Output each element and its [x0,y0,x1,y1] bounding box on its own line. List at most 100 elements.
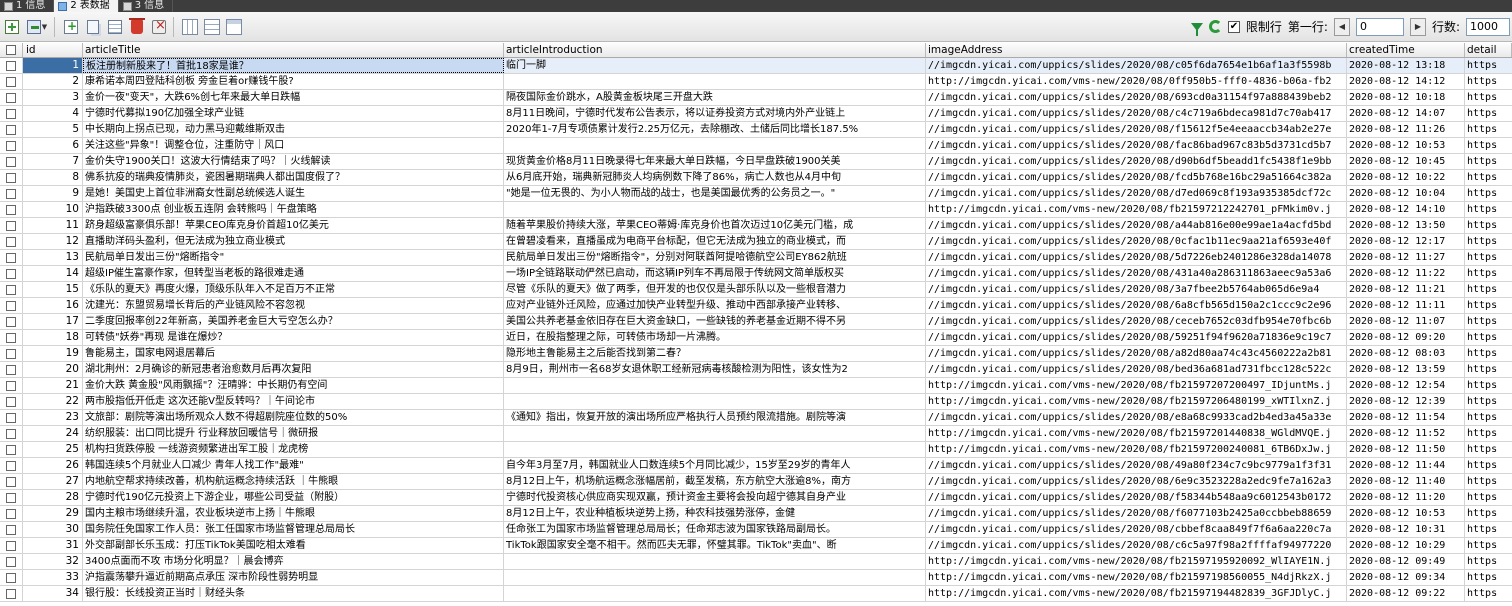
cell-detail[interactable]: https [1465,426,1512,441]
cell-image-address[interactable]: http://imgcdn.yicai.com/vms-new/2020/08/… [926,74,1347,89]
row-checkbox[interactable] [0,330,23,345]
cell-article-introduction[interactable]: 隔夜国际金价跳水，A股黄金板块尾三开盘大跌 [504,90,926,105]
cell-id[interactable]: 24 [23,426,83,441]
cell-id[interactable]: 22 [23,394,83,409]
cell-id[interactable]: 9 [23,186,83,201]
cell-article-introduction[interactable]: 8月12日上午，农业种植板块逆势上扬，种农科技强势涨停，金健 [504,506,926,521]
table-row[interactable]: 27 内地航空帮求持续改善，机构航运概念持续活跃 ｜牛熊眼 8月12日上午，机场航运… [0,474,1512,490]
table-row[interactable]: 22 两市股指低开低走 这次还能V型反转吗？｜午间论市 http://imgcdn.… [0,394,1512,410]
table-row[interactable]: 19 鲁能易主，国家电网退居幕后 隐形地主鲁能易主之后能否找到第二春？//imgcd… [0,346,1512,362]
cell-detail[interactable]: https [1465,154,1512,169]
cell-article-title[interactable]: 外交部副部长乐玉成：打压TikTok美国吃相太难看 [83,538,504,553]
cell-image-address[interactable]: //imgcdn.yicai.com/uppics/slides/2020/08… [926,250,1347,265]
row-checkbox[interactable] [0,202,23,217]
cell-article-introduction[interactable]: 在曾碧凌看来，直播虽成为电商平台标配，但它无法成为独立的商业模式，而 [504,234,926,249]
cell-image-address[interactable]: http://imgcdn.yicai.com/vms-new/2020/08/… [926,586,1347,601]
cell-article-title[interactable]: 《乐队的夏天》再度火爆，顶级乐队年入不足百万不正常 [83,282,504,297]
cell-article-title[interactable]: 银行股：长线投资正当时｜财经头条 [83,586,504,601]
cell-article-introduction[interactable]: 民航局单日发出三份"熔断指令"，分别对阿联酋阿提哈德航空公司EY862航班 [504,250,926,265]
cell-created-time[interactable]: 2020-08-12 11:40 [1347,474,1465,489]
cell-id[interactable]: 10 [23,202,83,217]
tab-table-data[interactable]: 2 表数据 [54,0,119,12]
cell-article-introduction[interactable] [504,202,926,217]
cell-detail[interactable]: https [1465,410,1512,425]
cell-image-address[interactable]: //imgcdn.yicai.com/uppics/slides/2020/08… [926,266,1347,281]
table-row[interactable]: 33 沪指震荡攀升逼近前期高点承压 深市阶段性弱势明显 http://imgcdn.… [0,570,1512,586]
cell-detail[interactable]: https [1465,106,1512,121]
cell-created-time[interactable]: 2020-08-12 11:54 [1347,410,1465,425]
cell-article-title[interactable]: 佛系抗疫的瑞典疫情肺炎，瓷困暑期瑞典人都出国度假了？ [83,170,504,185]
cell-created-time[interactable]: 2020-08-12 11:27 [1347,250,1465,265]
cell-detail[interactable]: https [1465,90,1512,105]
cell-id[interactable]: 1 [23,58,83,73]
column-header-article-introduction[interactable]: articleIntroduction [504,43,926,57]
row-checkbox[interactable] [0,266,23,281]
table-row[interactable]: 13 民航局单日发出三份"熔断指令" 民航局单日发出三份"熔断指令"，分别对阿联酋阿… [0,250,1512,266]
row-checkbox[interactable] [0,74,23,89]
cell-created-time[interactable]: 2020-08-12 11:44 [1347,458,1465,473]
cell-id[interactable]: 8 [23,170,83,185]
cell-id[interactable]: 15 [23,282,83,297]
cell-article-introduction[interactable]: "她是一位无畏的、为小人物而战的战士，也是美国最优秀的公务员之一。" [504,186,926,201]
cell-detail[interactable]: https [1465,474,1512,489]
cell-detail[interactable]: https [1465,330,1512,345]
table-row[interactable]: 11 跻身超级富豪俱乐部！苹果CEO库克身价首超10亿美元 随着苹果股价持续大涨，苹… [0,218,1512,234]
cell-article-title[interactable]: 内地航空帮求持续改善，机构航运概念持续活跃 ｜牛熊眼 [83,474,504,489]
cell-created-time[interactable]: 2020-08-12 09:49 [1347,554,1465,569]
table-row[interactable]: 8 佛系抗疫的瑞典疫情肺炎，瓷困暑期瑞典人都出国度假了？ 从6月底开始，瑞典新冠肺炎… [0,170,1512,186]
table-row[interactable]: 2 康希诺本周四登陆科创板 旁金巨着or赚钱午股? http://imgcdn.yi… [0,74,1512,90]
row-checkbox[interactable] [0,570,23,585]
cell-image-address[interactable]: http://imgcdn.yicai.com/vms-new/2020/08/… [926,378,1347,393]
cell-detail[interactable]: https [1465,282,1512,297]
cell-article-title[interactable]: 是她！美国史上首位非洲裔女性副总统候选人诞生 [83,186,504,201]
filter-icon[interactable] [1190,22,1203,36]
copy-record-button[interactable] [83,17,103,37]
row-checkbox[interactable] [0,506,23,521]
cell-detail[interactable]: https [1465,458,1512,473]
cell-detail[interactable]: https [1465,234,1512,249]
cell-image-address[interactable]: //imgcdn.yicai.com/uppics/slides/2020/08… [926,458,1347,473]
cell-article-introduction[interactable] [504,570,926,585]
first-row-input[interactable]: 0 [1355,17,1404,36]
table-row[interactable]: 18 可转债"妖券"再现 是谁在爆炒？ 近日，在股指整理之际，可转债市场却一片沸腾。… [0,330,1512,346]
cell-detail[interactable]: https [1465,554,1512,569]
cell-created-time[interactable]: 2020-08-12 12:17 [1347,234,1465,249]
cell-article-introduction[interactable]: 从6月底开始，瑞典新冠肺炎人均病例数下降了86%，病亡人数也从4月中旬 [504,170,926,185]
table-row[interactable]: 23 文旅部：剧院等演出场所观众人数不得超剧院座位数的50% 《通知》指出，恢复开放… [0,410,1512,426]
cell-detail[interactable]: https [1465,394,1512,409]
cell-id[interactable]: 23 [23,410,83,425]
row-checkbox[interactable] [0,442,23,457]
cell-id[interactable]: 34 [23,586,83,601]
cell-image-address[interactable]: //imgcdn.yicai.com/uppics/slides/2020/08… [926,362,1347,377]
cell-image-address[interactable]: //imgcdn.yicai.com/uppics/slides/2020/08… [926,122,1347,137]
cell-image-address[interactable]: //imgcdn.yicai.com/uppics/slides/2020/08… [926,282,1347,297]
cell-id[interactable]: 17 [23,314,83,329]
row-checkbox[interactable] [0,554,23,569]
row-checkbox[interactable] [0,394,23,409]
cell-id[interactable]: 16 [23,298,83,313]
cell-detail[interactable]: https [1465,186,1512,201]
rows-count-input[interactable]: 1000 [1466,17,1510,36]
cell-id[interactable]: 20 [23,362,83,377]
next-page-button[interactable]: ▶ [1409,17,1426,36]
table-row[interactable]: 34 银行股：长线投资正当时｜财经头条 http://imgcdn.yicai.co… [0,586,1512,602]
cell-id[interactable]: 21 [23,378,83,393]
row-checkbox[interactable] [0,186,23,201]
cell-id[interactable]: 5 [23,122,83,137]
cell-article-title[interactable]: 关注这些"异象"！调整仓位，注重防守｜风口 [83,138,504,153]
cell-created-time[interactable]: 2020-08-12 09:22 [1347,586,1465,601]
row-checkbox[interactable] [0,298,23,313]
cell-article-introduction[interactable]: 近日，在股指整理之际，可转债市场却一片沸腾。 [504,330,926,345]
table-row[interactable]: 9 是她！美国史上首位非洲裔女性副总统候选人诞生 "她是一位无畏的、为小人物而战的战… [0,186,1512,202]
cell-id[interactable]: 32 [23,554,83,569]
table-row[interactable]: 15 《乐队的夏天》再度火爆，顶级乐队年入不足百万不正常 尽管《乐队的夏天》做了两季… [0,282,1512,298]
cell-id[interactable]: 11 [23,218,83,233]
cell-article-title[interactable]: 韩国连续5个月就业人口减少 青年人找工作"最难" [83,458,504,473]
cell-article-title[interactable]: 沪指跌破3300点 创业板五连阴 会转熊吗｜午盘策略 [83,202,504,217]
cell-article-title[interactable]: 宁德时代募拟190亿加强全球产业链 [83,106,504,121]
cell-article-introduction[interactable] [504,426,926,441]
table-row[interactable]: 3 金价一夜"变天"，大跌6%创七年来最大单日跌幅 隔夜国际金价跳水，A股黄金板块尾… [0,90,1512,106]
cell-id[interactable]: 19 [23,346,83,361]
table-row[interactable]: 1 板注册制新股来了！首批18家是谁？ 临门一脚//imgcdn.yicai.com… [0,58,1512,74]
tab-info-1[interactable]: 1 信息 [0,0,55,12]
